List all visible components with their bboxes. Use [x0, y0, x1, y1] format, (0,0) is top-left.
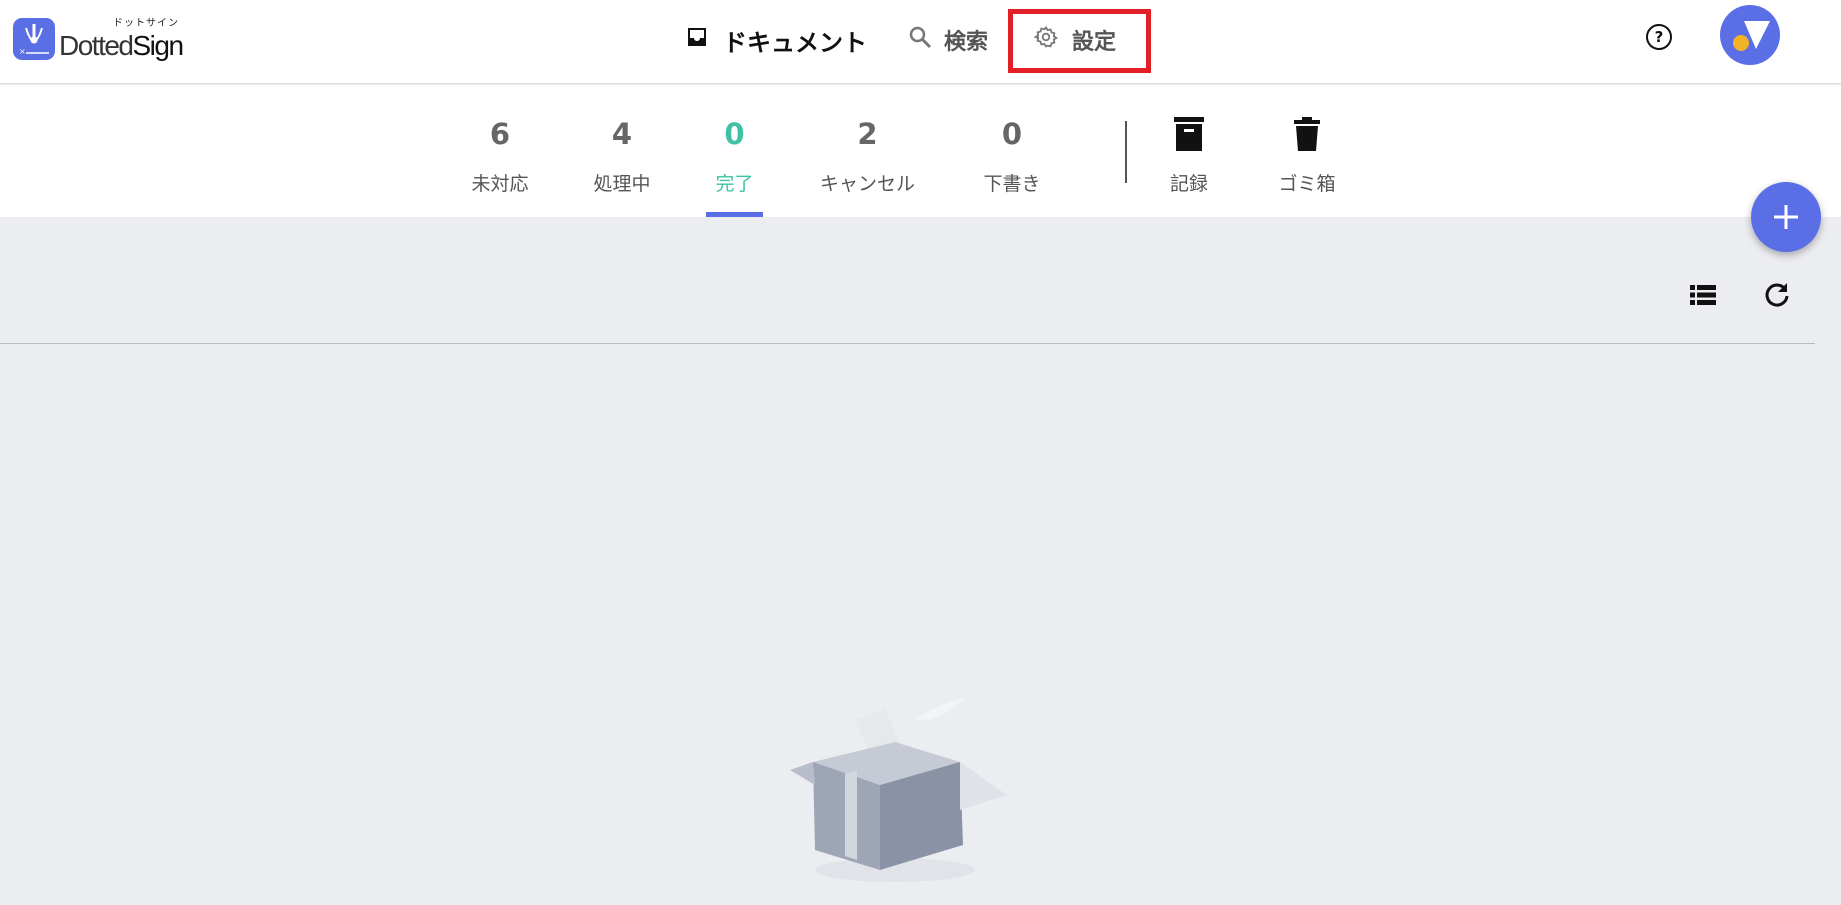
- inbox-icon: [685, 25, 709, 55]
- top-header: × ドットサイン DottedSign ドキュメント 検索 設定 ?: [0, 0, 1841, 84]
- nav-search[interactable]: 検索: [908, 22, 988, 58]
- tab-completed[interactable]: 0 完了: [706, 85, 763, 217]
- plus-icon: [1774, 205, 1798, 229]
- logo-name: DottedSign: [59, 30, 184, 61]
- tab-label: 完了: [715, 173, 754, 195]
- tab-count: 4: [611, 117, 633, 151]
- tab-count: 2: [857, 117, 878, 151]
- svg-text:×: ×: [19, 47, 26, 56]
- content-divider: [0, 343, 1815, 344]
- tab-divider: [1125, 121, 1127, 183]
- tab-drafts[interactable]: 0 下書き: [982, 85, 1042, 217]
- tab-label: 下書き: [983, 173, 1041, 195]
- create-document-button[interactable]: [1751, 182, 1821, 252]
- refresh-icon[interactable]: [1763, 281, 1791, 309]
- nav-search-label: 検索: [944, 30, 989, 55]
- tab-in-progress[interactable]: 4 処理中: [592, 85, 652, 217]
- nav-documents-label: ドキュメント: [723, 28, 867, 57]
- status-tabbar: 6 未対応 4 処理中 0 完了 2 キャンセル 0 下書き 記録 ゴミ箱: [0, 85, 1841, 217]
- tab-label: 処理中: [593, 173, 651, 195]
- empty-box-illustration: [785, 690, 1015, 890]
- logo-mark-icon: ×: [13, 18, 55, 60]
- active-tab-indicator: [706, 212, 763, 217]
- search-icon: [908, 25, 932, 55]
- nav-documents[interactable]: ドキュメント: [685, 22, 867, 58]
- archive-icon: [1159, 117, 1219, 151]
- tab-label: キャンセル: [819, 173, 915, 195]
- tab-label: 未対応: [471, 173, 529, 195]
- tab-archive[interactable]: 記録: [1159, 85, 1219, 217]
- tab-cancelled[interactable]: 2 キャンセル: [820, 85, 915, 217]
- tab-label: ゴミ箱: [1278, 173, 1336, 195]
- tab-label: 記録: [1169, 173, 1208, 195]
- trash-icon: [1277, 117, 1337, 151]
- user-avatar[interactable]: [1720, 5, 1780, 65]
- tab-trash[interactable]: ゴミ箱: [1277, 85, 1337, 217]
- settings-highlight-box: [1008, 9, 1151, 73]
- help-button[interactable]: ?: [1646, 24, 1672, 50]
- tab-count: 0: [1001, 117, 1023, 151]
- tab-count: 0: [724, 117, 745, 151]
- list-view-icon[interactable]: [1689, 283, 1717, 307]
- tab-pending[interactable]: 6 未対応: [470, 85, 530, 217]
- tab-count: 6: [489, 117, 511, 151]
- logo-subtitle: ドットサイン: [113, 18, 179, 29]
- app-logo[interactable]: × ドットサイン DottedSign: [13, 14, 184, 61]
